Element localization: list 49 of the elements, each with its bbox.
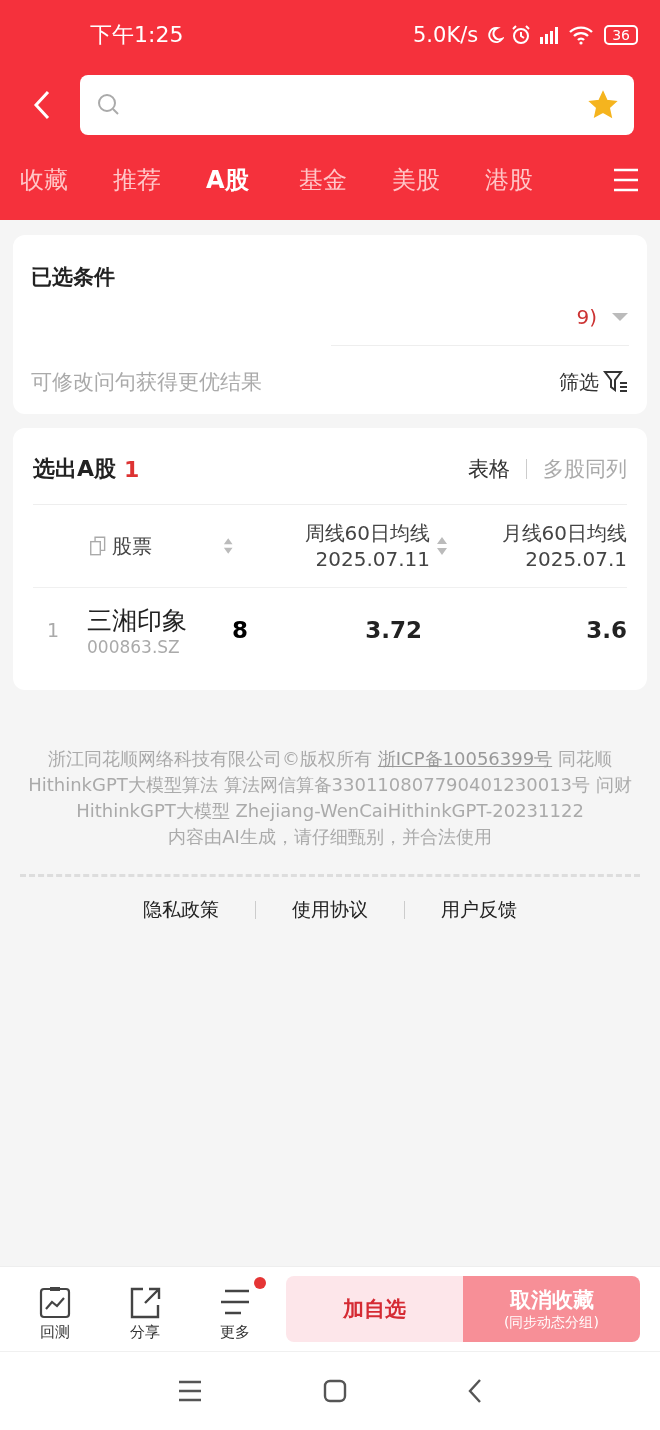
column-header: 周线60日均线: [304, 520, 430, 546]
back-icon[interactable]: [32, 89, 52, 121]
category-tab[interactable]: 收藏: [20, 164, 113, 196]
column-date: 2025.07.11: [315, 546, 430, 572]
column-date: 2025.07.1: [525, 546, 627, 572]
category-tab[interactable]: 美股: [392, 164, 485, 196]
chart-icon: [39, 1284, 71, 1319]
add-watchlist-button[interactable]: 加自选: [286, 1276, 463, 1342]
wifi-icon: [568, 25, 595, 45]
unfavorite-button[interactable]: 取消收藏 (同步动态分组): [463, 1276, 640, 1342]
view-toggle[interactable]: 多股同列: [543, 455, 627, 483]
card-title: 选出A股: [33, 455, 117, 483]
menu-icon[interactable]: [177, 1380, 203, 1402]
column-header: 月线60日均线: [501, 520, 627, 546]
status-time: 下午1:25: [90, 21, 184, 49]
toolbar-button[interactable]: 更多: [190, 1276, 280, 1342]
copyright-text: 浙江同花顺网络科技有限公司©版权所有 浙ICP备10056399号 同花顺HithinkGPT大模型算法 算法网信算备330110807790401230013号 问财HithinkGPT大模型 Zhejiang-WenCaiHithinkGPT-20231122: [27, 747, 633, 824]
filter-button[interactable]: 筛选: [559, 368, 629, 396]
condition-summary: 9): [576, 305, 597, 329]
toolbar-button[interactable]: 回测: [10, 1276, 100, 1342]
column-header: 股票: [112, 533, 153, 559]
battery-level: 36: [604, 25, 638, 45]
card-title: 已选条件: [31, 264, 116, 291]
category-tab[interactable]: 推荐: [113, 164, 206, 196]
home-icon[interactable]: [323, 1379, 347, 1403]
search-field[interactable]: [80, 75, 634, 135]
table-cell-text: 3.72: [364, 617, 422, 643]
star-icon[interactable]: [588, 90, 618, 120]
table-cell-text: 8: [232, 617, 249, 643]
ai-notice: 内容由AI生成，请仔细甄别，并合法使用: [167, 825, 493, 850]
stock-code: 000863.SZ: [87, 636, 181, 657]
view-toggle[interactable]: 表格: [468, 455, 510, 483]
icp-link[interactable]: 浙ICP备10056399号: [377, 748, 553, 769]
stock-name[interactable]: 三湘印象: [87, 603, 232, 637]
footer-link[interactable]: 用户反馈: [405, 897, 553, 924]
result-count: 1: [124, 456, 140, 482]
toolbar-button[interactable]: 分享: [100, 1276, 190, 1342]
network-speed: 5.0K/s: [413, 23, 479, 47]
category-tab[interactable]: 基金: [299, 164, 392, 196]
footer-link[interactable]: 使用协议: [256, 897, 404, 924]
category-tab[interactable]: 港股: [485, 164, 578, 196]
category-tab[interactable]: A股: [206, 164, 299, 196]
footer-link[interactable]: 隐私政策: [107, 897, 255, 924]
row-number: 1: [46, 619, 61, 641]
hint-text: 可修改问句获得更优结果: [31, 369, 262, 396]
filter-icon: [603, 370, 629, 394]
table-cell-text: 3.6: [585, 617, 627, 643]
copy-icon: [89, 534, 107, 558]
back-icon[interactable]: [467, 1378, 483, 1404]
